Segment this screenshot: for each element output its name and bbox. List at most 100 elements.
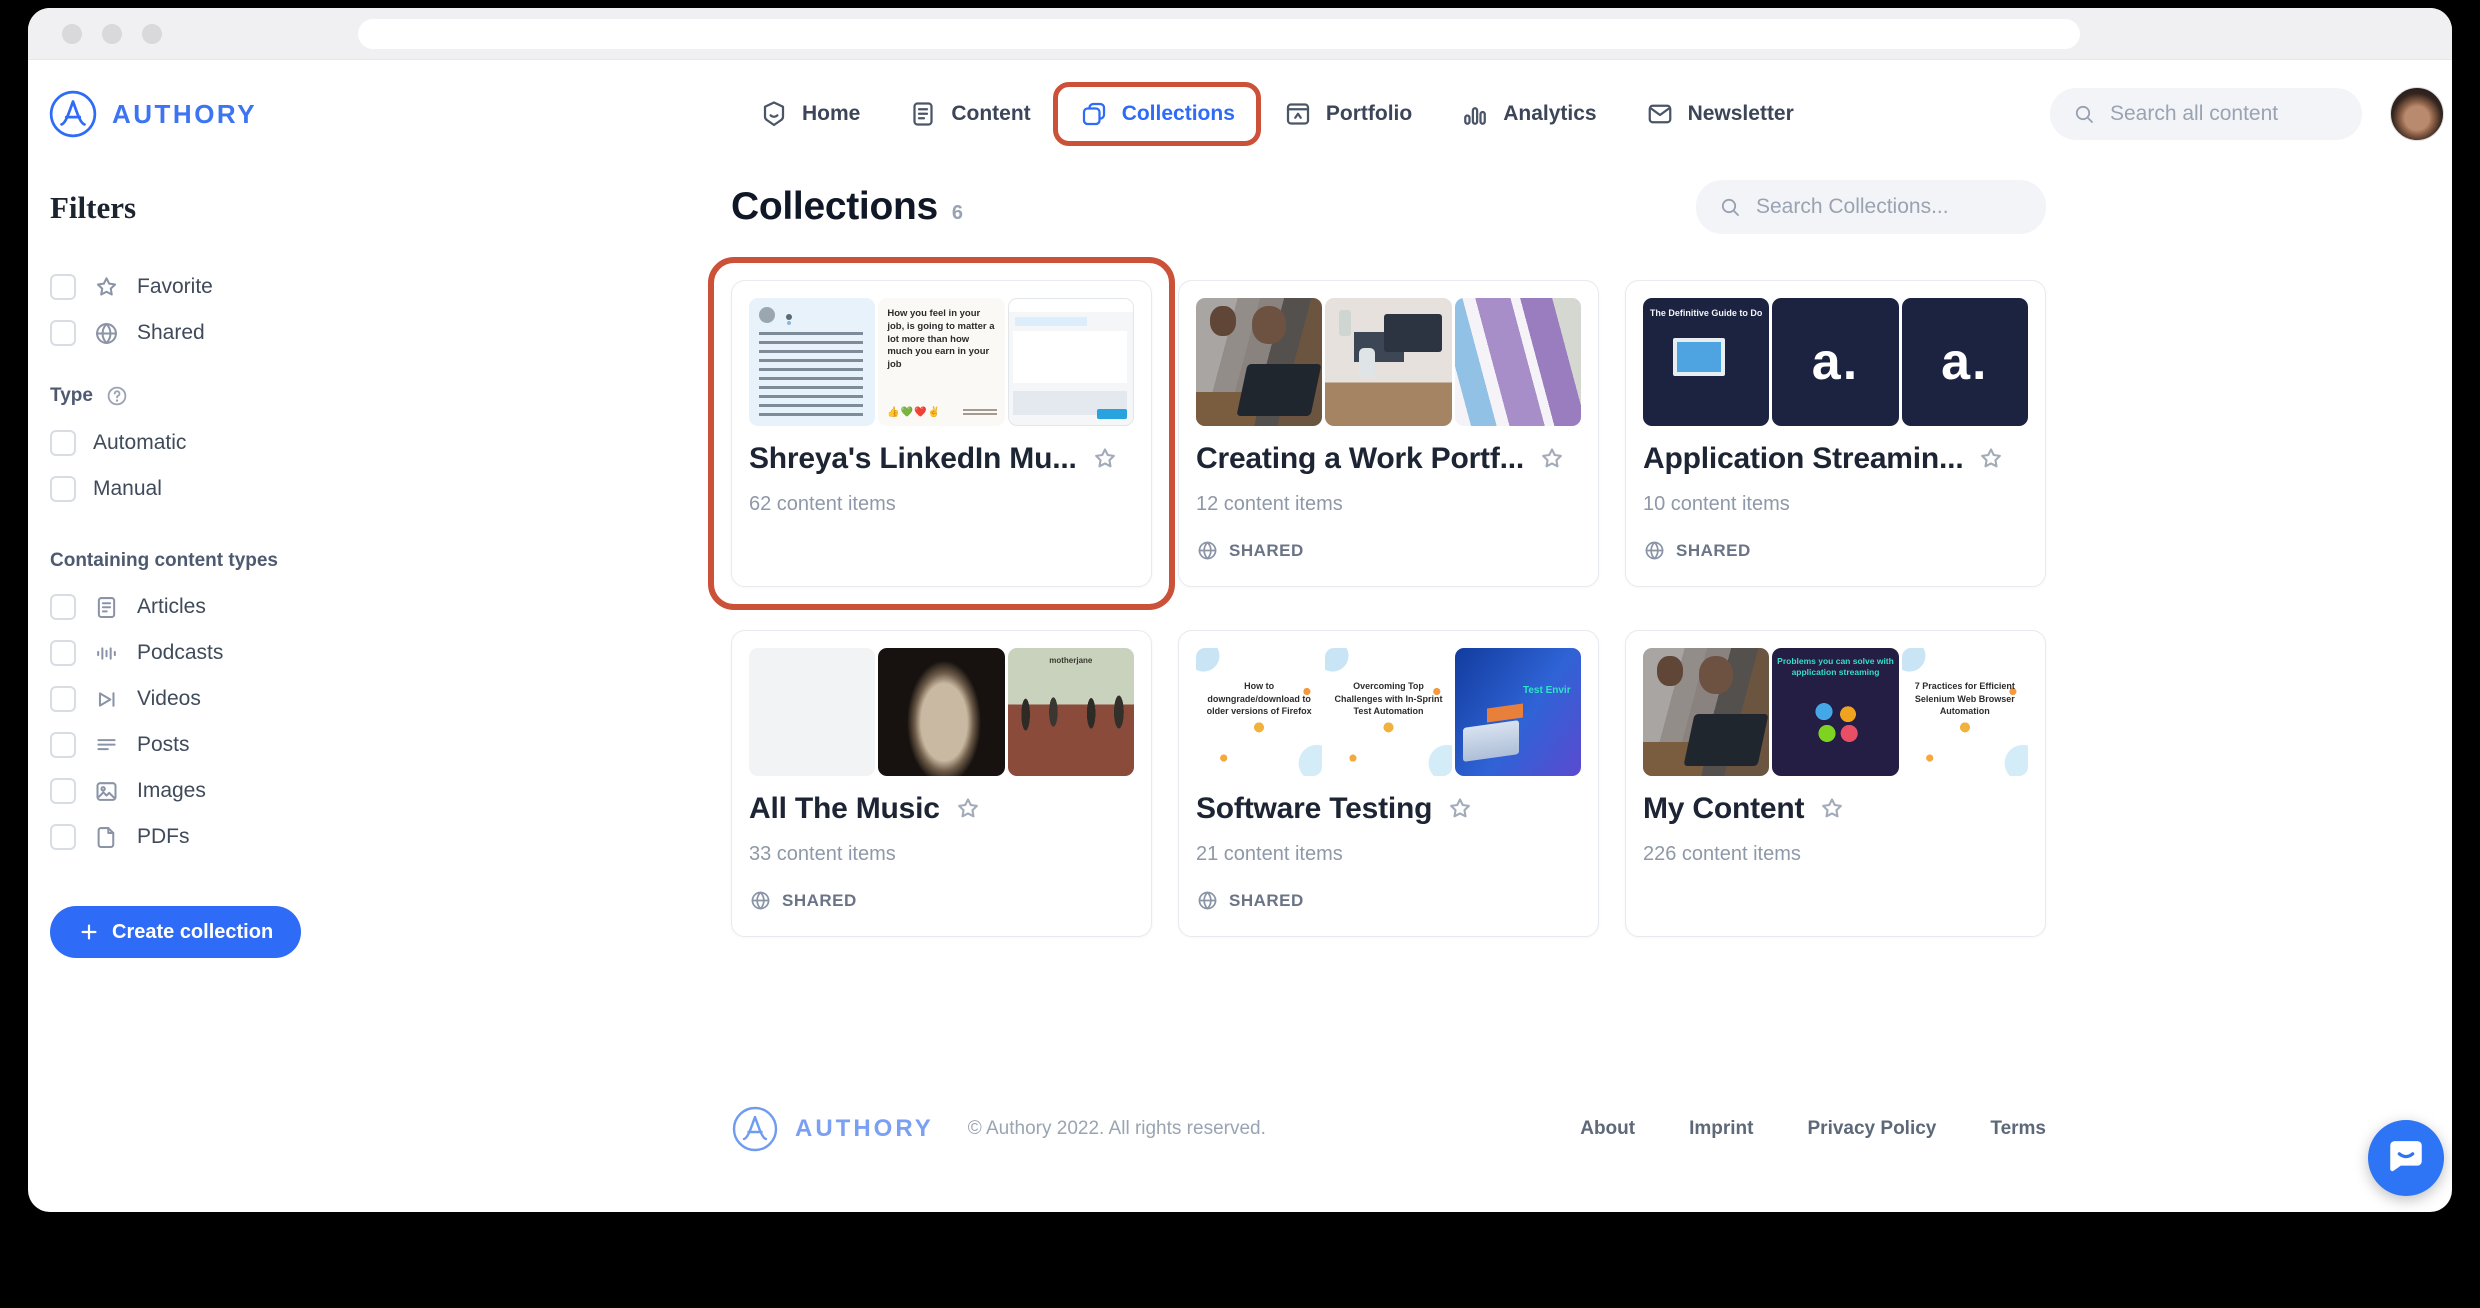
nav-item-content[interactable]: Content [908,99,1030,129]
card-title[interactable]: Application Streamin... [1643,442,1963,476]
collection-card-software-testing[interactable]: How to downgrade/download to older versi… [1178,630,1599,937]
collections-search-input[interactable] [1756,195,1986,219]
filter-label: PDFs [137,825,190,849]
quick-filters: Favorite Shared [50,264,731,356]
filter-label: Automatic [93,431,186,455]
checkbox-podcasts[interactable] [50,640,76,666]
filters-sidebar: Filters FavoriteShared Type AutomaticMan… [28,168,731,958]
collection-card-shreya-s-linkedin-mu[interactable]: How you feel in your job, is going to ma… [731,280,1152,587]
create-collection-button[interactable]: Create collection [50,906,301,958]
collection-card-my-content[interactable]: Problems you can solve with application … [1625,630,2046,937]
collection-card-creating-a-work-portf[interactable]: Creating a Work Portf...12 content items… [1178,280,1599,587]
podcast-icon [93,640,120,667]
checkbox-shared[interactable] [50,320,76,346]
footer-brand: AUTHORY [795,1115,934,1143]
thumbnail-linkedin-profile [1008,298,1134,426]
thumbnail-photo-women [1643,648,1769,776]
main-nav: Home Content Collections Portfolio Analytics… [759,99,1794,129]
footer-copyright: © Authory 2022. All rights reserved. [968,1118,1266,1140]
card-item-count: 62 content items [749,493,1134,516]
checkbox-pdfs[interactable] [50,824,76,850]
favorite-star-icon[interactable] [1538,445,1566,473]
card-item-count: 10 content items [1643,493,2028,516]
checkbox-favorite[interactable] [50,274,76,300]
favorite-star-icon[interactable] [1446,795,1474,823]
thumbnail-promo-dark: Problems you can solve with application … [1772,648,1898,776]
globe-icon [1196,889,1219,912]
thumbnail-photo-desk [1325,298,1451,426]
card-title[interactable]: My Content [1643,792,1804,826]
filter-row-videos: Videos [50,676,731,722]
card-item-count: 21 content items [1196,843,1581,866]
card-thumbnails [1196,298,1581,426]
window-maximize-button[interactable] [142,24,162,44]
card-title[interactable]: Shreya's LinkedIn Mu... [749,442,1077,476]
favorite-star-icon[interactable] [1818,795,1846,823]
app-body: Filters FavoriteShared Type AutomaticMan… [28,168,2452,1173]
footer-link-privacy-policy[interactable]: Privacy Policy [1808,1118,1937,1140]
type-filters: AutomaticManual [50,420,731,512]
main-head: Collections 6 [731,180,2046,234]
filter-row-favorite: Favorite [50,264,731,310]
intercom-chat-button[interactable] [2368,1120,2444,1196]
favorite-star-icon[interactable] [1977,445,2005,473]
help-icon[interactable] [105,384,129,408]
favorite-star-icon[interactable] [954,795,982,823]
nav-item-portfolio[interactable]: Portfolio [1283,99,1412,129]
content-types-section-label: Containing content types [50,550,731,572]
nav-item-label: Collections [1122,102,1235,126]
nav-item-newsletter[interactable]: Newsletter [1645,99,1794,129]
header-right [2050,87,2444,141]
thumbnail-promo-light: How to downgrade/download to older versi… [1196,648,1322,776]
plus-icon [78,921,100,943]
collection-card-application-streamin[interactable]: The Definitive Guide to Doa.a.Applicatio… [1625,280,2046,587]
thumbnail-navy-logo: a. [1772,298,1898,426]
checkbox-posts[interactable] [50,732,76,758]
brand[interactable]: AUTHORY [48,89,257,139]
footer: AUTHORY © Authory 2022. All rights reser… [731,1105,2046,1173]
nav-item-label: Newsletter [1688,102,1794,126]
filter-label: Posts [137,733,190,757]
address-bar[interactable] [358,19,2080,49]
thumbnail-promo-light: 7 Practices for Efficient Selenium Web B… [1902,648,2028,776]
card-title[interactable]: Creating a Work Portf... [1196,442,1524,476]
checkbox-manual[interactable] [50,476,76,502]
checkbox-articles[interactable] [50,594,76,620]
checkbox-images[interactable] [50,778,76,804]
globe-icon [93,320,120,347]
footer-link-imprint[interactable]: Imprint [1689,1118,1753,1140]
card-title[interactable]: Software Testing [1196,792,1432,826]
collection-card-all-the-music[interactable]: motherjaneAll The Music33 content itemsS… [731,630,1152,937]
favorite-star-icon[interactable] [1091,445,1119,473]
global-search[interactable] [2050,88,2362,140]
filter-row-shared: Shared [50,310,731,356]
thumbnail-photo-women [1196,298,1322,426]
footer-link-terms[interactable]: Terms [1990,1118,2046,1140]
nav-item-collections[interactable]: Collections [1053,82,1261,146]
card-title[interactable]: All The Music [749,792,940,826]
card-title-row: Shreya's LinkedIn Mu... [749,442,1134,476]
shared-badge: SHARED [749,889,1134,912]
checkbox-videos[interactable] [50,686,76,712]
nav-item-analytics[interactable]: Analytics [1460,99,1596,129]
global-search-input[interactable] [2110,102,2340,126]
thumbnail-photo-fashion [878,648,1004,776]
nav-item-label: Content [951,102,1030,126]
checkbox-automatic[interactable] [50,430,76,456]
window-close-button[interactable] [62,24,82,44]
globe-icon [749,889,772,912]
article-icon [93,594,120,621]
thumbnail-navy-logo: a. [1902,298,2028,426]
nav-item-home[interactable]: Home [759,99,860,129]
user-avatar[interactable] [2390,87,2444,141]
card-title-row: All The Music [749,792,1134,826]
thumbnail-text: Overcoming Top Challenges with In-Sprint… [1333,680,1443,718]
shared-label: SHARED [1229,541,1304,561]
filter-label: Shared [137,321,205,345]
footer-link-about[interactable]: About [1580,1118,1635,1140]
thumbnail-quote-card: How you feel in your job, is going to ma… [878,298,1004,426]
content-types-label: Containing content types [50,550,278,572]
collections-search[interactable] [1696,180,2046,234]
browser-window: AUTHORY Home Content Collections Portfolio A… [28,8,2452,1212]
window-minimize-button[interactable] [102,24,122,44]
